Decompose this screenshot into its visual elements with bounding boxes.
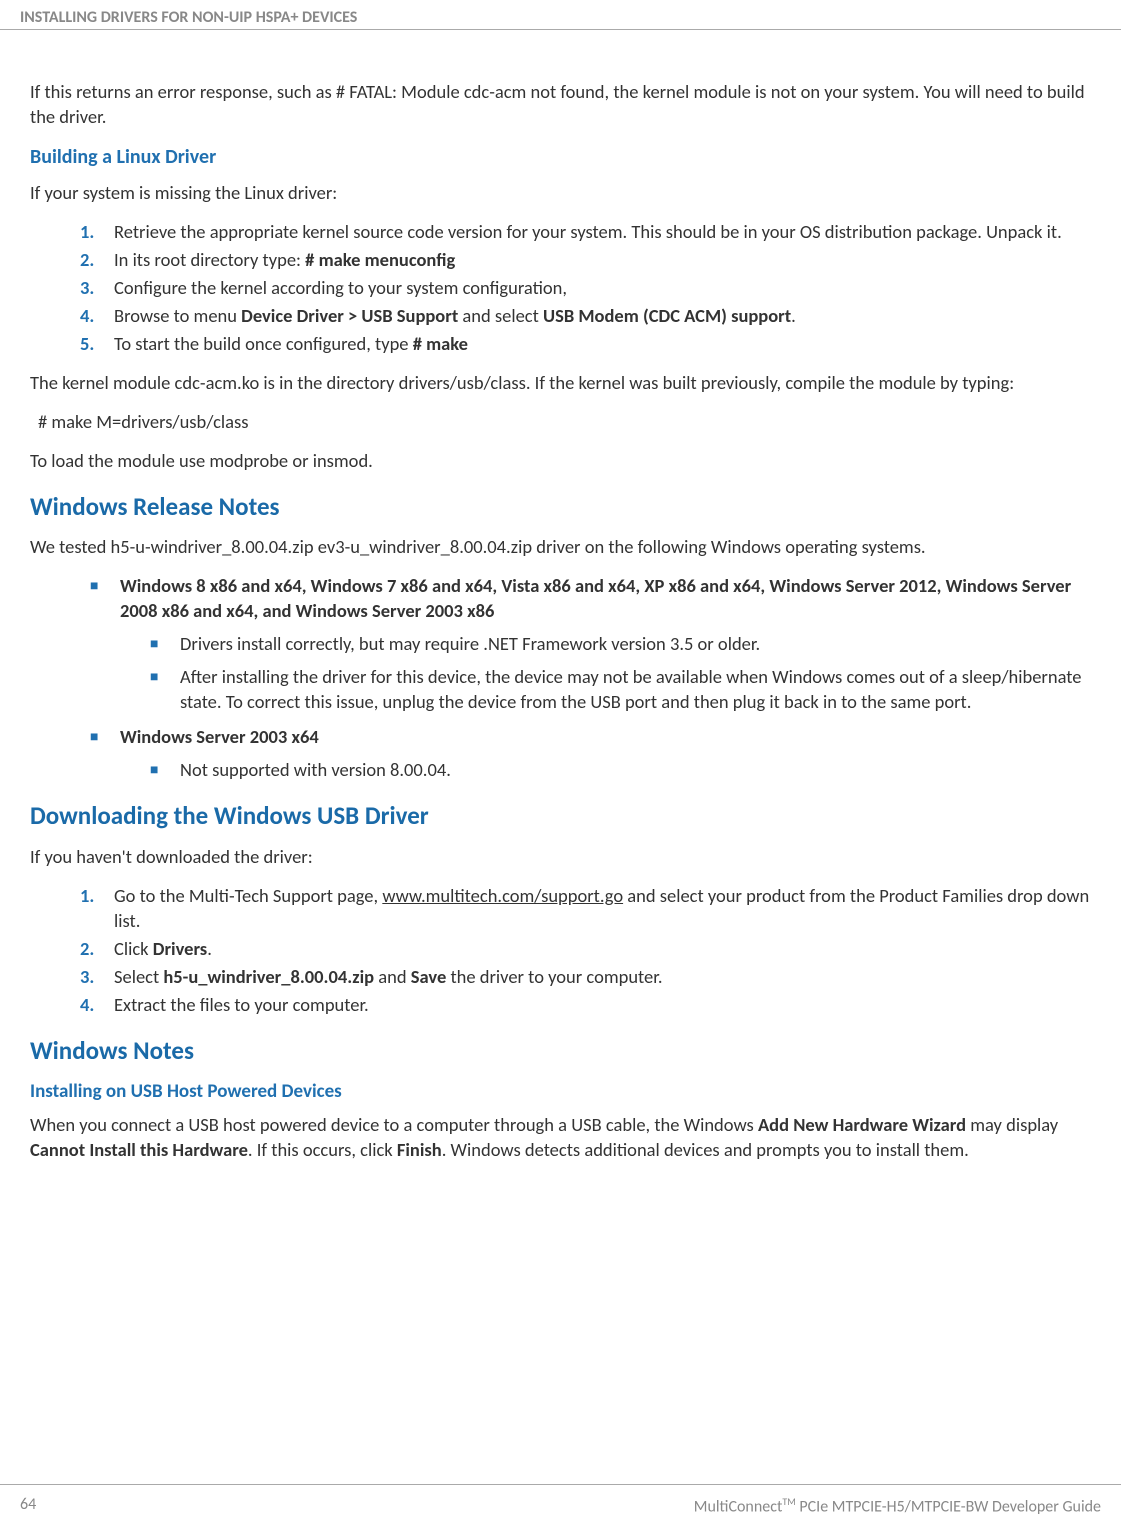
- download-intro: If you haven't downloaded the driver:: [30, 845, 1091, 870]
- para-text: may display: [966, 1113, 1058, 1136]
- downloading-windows-driver-heading: Downloading the Windows USB Driver: [30, 799, 1091, 833]
- step-text: .: [791, 304, 796, 327]
- step-action: Drivers: [153, 937, 207, 960]
- page-number: 64: [20, 1495, 36, 1516]
- message-text: Cannot Install this Hardware: [30, 1138, 248, 1161]
- sub-list: Not supported with version 8.00.04.: [120, 758, 1091, 783]
- support-link[interactable]: www.multitech.com/support.go: [382, 884, 623, 907]
- step-command: # make: [413, 332, 468, 355]
- step-text: Click: [114, 937, 153, 960]
- step-text: .: [207, 937, 212, 960]
- os-name: Windows 8 x86 and x64, Windows 7 x86 and…: [120, 574, 1071, 622]
- windows-notes-heading: Windows Notes: [30, 1034, 1091, 1068]
- page-footer: 64 MultiConnectTM PCIe MTPCIE-H5/MTPCIE-…: [0, 1484, 1121, 1526]
- note-text: Drivers install correctly, but may requi…: [180, 632, 760, 655]
- note-text: After installing the driver for this dev…: [180, 665, 1081, 713]
- step-text: To start the build once configured, type: [114, 332, 413, 355]
- step-text: and: [374, 965, 411, 988]
- list-item: Windows Server 2003 x64 Not supported wi…: [90, 725, 1091, 783]
- step-text: and select: [458, 304, 543, 327]
- doc-title: MultiConnectTM PCIe MTPCIE-H5/MTPCIE-BW …: [694, 1495, 1101, 1516]
- step-command: # make menuconfig: [305, 248, 455, 271]
- load-paragraph: To load the module use modprobe or insmo…: [30, 449, 1091, 474]
- building-intro: If your system is missing the Linux driv…: [30, 181, 1091, 206]
- trademark-icon: TM: [782, 1495, 795, 1508]
- list-item: Extract the files to your computer.: [80, 993, 1091, 1018]
- win-notes-intro: We tested h5-u-windriver_8.00.04.zip ev3…: [30, 535, 1091, 560]
- intro-paragraph: If this returns an error response, such …: [30, 80, 1091, 130]
- doc-name: MultiConnect: [694, 1497, 783, 1516]
- building-linux-driver-heading: Building a Linux Driver: [30, 144, 1091, 171]
- building-steps-list: Retrieve the appropriate kernel source c…: [30, 220, 1091, 357]
- list-item: Configure the kernel according to your s…: [80, 276, 1091, 301]
- step-action: Save: [411, 965, 447, 988]
- step-option: USB Modem (CDC ACM) support: [543, 304, 791, 327]
- sub-list: Drivers install correctly, but may requi…: [120, 632, 1091, 715]
- step-text: Select: [114, 965, 163, 988]
- main-content: If this returns an error response, such …: [0, 30, 1121, 1197]
- list-item: Not supported with version 8.00.04.: [150, 758, 1091, 783]
- usb-host-paragraph: When you connect a USB host powered devi…: [30, 1113, 1091, 1163]
- step-text: Go to the Multi-Tech Support page,: [114, 884, 382, 907]
- download-steps-list: Go to the Multi-Tech Support page, www.m…: [30, 884, 1091, 1018]
- os-name: Windows Server 2003 x64: [120, 725, 319, 748]
- list-item: Select h5-u_windriver_8.00.04.zip and Sa…: [80, 965, 1091, 990]
- make-command: # make M=drivers/usb/class: [30, 410, 1091, 435]
- step-text: Configure the kernel according to your s…: [114, 276, 567, 299]
- step-text: In its root directory type:: [114, 248, 305, 271]
- para-text: When you connect a USB host powered devi…: [30, 1113, 758, 1136]
- step-file: h5-u_windriver_8.00.04.zip: [163, 965, 374, 988]
- para-text: . If this occurs, click: [248, 1138, 397, 1161]
- step-menu: Device Driver > USB Support: [241, 304, 458, 327]
- step-text: Extract the files to your computer.: [114, 993, 369, 1016]
- kernel-paragraph: The kernel module cdc-acm.ko is in the d…: [30, 371, 1091, 396]
- list-item: Retrieve the appropriate kernel source c…: [80, 220, 1091, 245]
- button-name: Finish: [397, 1138, 442, 1161]
- doc-subtitle: PCIe MTPCIE-H5/MTPCIE-BW Developer Guide: [796, 1497, 1101, 1516]
- step-text: the driver to your computer.: [446, 965, 662, 988]
- list-item: Windows 8 x86 and x64, Windows 7 x86 and…: [90, 574, 1091, 715]
- usb-host-subheading: Installing on USB Host Powered Devices: [30, 1079, 1091, 1105]
- step-text: Retrieve the appropriate kernel source c…: [114, 220, 1062, 243]
- note-text: Not supported with version 8.00.04.: [180, 758, 451, 781]
- step-text: Browse to menu: [114, 304, 241, 327]
- windows-os-list: Windows 8 x86 and x64, Windows 7 x86 and…: [30, 574, 1091, 783]
- list-item: Click Drivers.: [80, 937, 1091, 962]
- list-item: Go to the Multi-Tech Support page, www.m…: [80, 884, 1091, 934]
- list-item: Drivers install correctly, but may requi…: [150, 632, 1091, 657]
- wizard-name: Add New Hardware Wizard: [758, 1113, 966, 1136]
- list-item: In its root directory type: # make menuc…: [80, 248, 1091, 273]
- page-header: INSTALLING DRIVERS FOR NON-UIP HSPA+ DEV…: [0, 0, 1121, 30]
- list-item: To start the build once configured, type…: [80, 332, 1091, 357]
- list-item: After installing the driver for this dev…: [150, 665, 1091, 715]
- windows-release-notes-heading: Windows Release Notes: [30, 490, 1091, 524]
- list-item: Browse to menu Device Driver > USB Suppo…: [80, 304, 1091, 329]
- para-text: . Windows detects additional devices and…: [442, 1138, 969, 1161]
